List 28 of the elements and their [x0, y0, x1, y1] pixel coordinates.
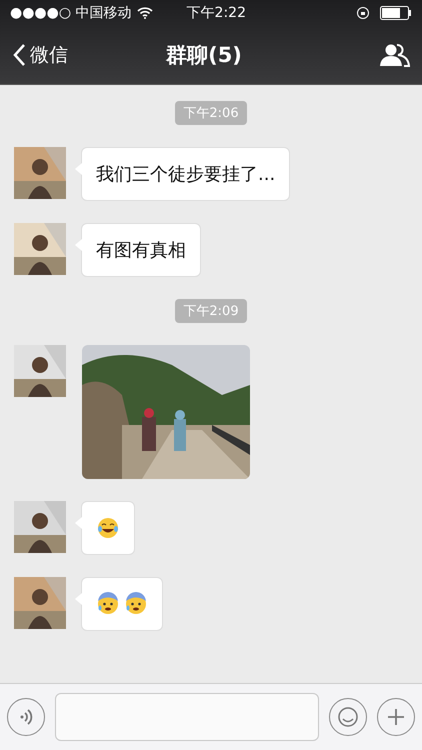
bubble-tail: [75, 163, 82, 175]
wifi-icon: [136, 7, 153, 19]
message-bubble[interactable]: 我们三个徒步要挂了...: [81, 147, 290, 201]
emoji-icon: [96, 516, 120, 540]
timestamp: 下午2:09: [175, 299, 247, 323]
group-members-button[interactable]: [380, 43, 410, 67]
bubble-tail: [75, 517, 82, 529]
timestamp: 下午2:06: [175, 101, 247, 125]
message-bubble[interactable]: 有图有真相: [81, 223, 201, 277]
people-icon: [380, 43, 410, 67]
emoji-message[interactable]: [81, 577, 163, 631]
battery-icon: [380, 6, 412, 20]
back-button[interactable]: 微信: [12, 42, 68, 68]
voice-button[interactable]: [7, 698, 45, 736]
bubble-tail: [75, 593, 82, 605]
emoji-icon: [124, 592, 148, 616]
rotation-lock-icon: [356, 6, 370, 20]
emoji-icon: [96, 592, 120, 616]
chevron-left-icon: [12, 43, 26, 67]
message-input[interactable]: [55, 693, 319, 741]
more-button[interactable]: [377, 698, 415, 736]
chat-title: 群聊(5): [164, 42, 243, 69]
emoji-button[interactable]: [329, 698, 367, 736]
plus-icon: [386, 707, 406, 727]
carrier-text: ●●●●○ 中国移动: [10, 4, 132, 22]
smiley-icon: [337, 706, 359, 728]
bubble-tail: [75, 239, 82, 251]
clock-text: 下午2:22: [186, 4, 247, 22]
